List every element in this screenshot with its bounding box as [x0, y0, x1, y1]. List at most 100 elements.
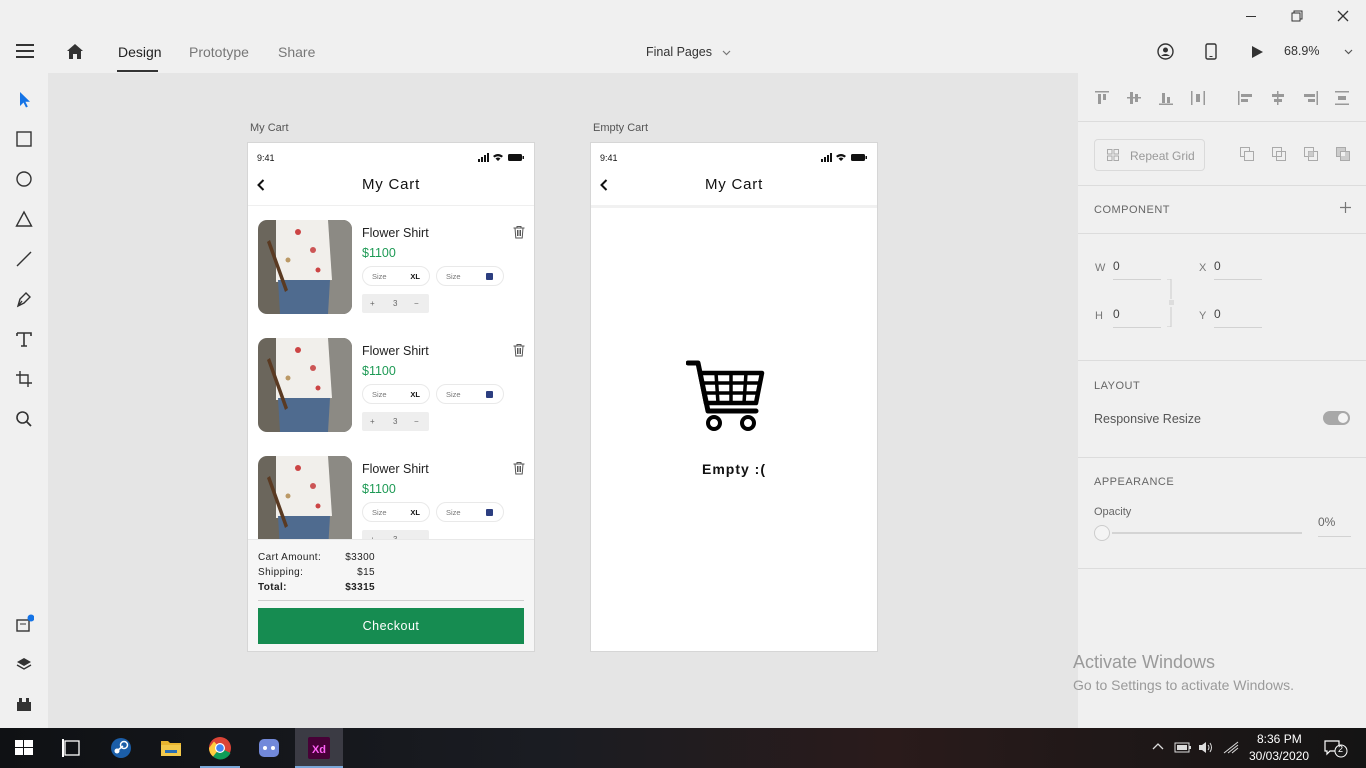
- line-tool-icon[interactable]: [14, 249, 34, 269]
- select-tool-icon[interactable]: [14, 89, 34, 109]
- artboard-label-empty-cart[interactable]: Empty Cart: [593, 122, 648, 134]
- size-selector[interactable]: Size XL: [362, 266, 430, 286]
- responsive-resize-toggle[interactable]: [1323, 411, 1350, 425]
- activation-watermark-subtitle: Go to Settings to activate Windows.: [1073, 677, 1294, 693]
- my-cart-artboard[interactable]: 9:41 My Cart Flower Shirt $1100 Size XL …: [248, 143, 534, 651]
- boolean-exclude-icon[interactable]: [1336, 147, 1350, 161]
- align-bottom-icon[interactable]: [1158, 91, 1174, 105]
- tab-design[interactable]: Design: [118, 44, 162, 60]
- status-icons: [821, 153, 868, 162]
- trash-icon[interactable]: [512, 343, 526, 357]
- x-field[interactable]: 0: [1214, 259, 1262, 280]
- align-middle-icon[interactable]: [1126, 91, 1142, 105]
- shipping-value: $15: [357, 567, 375, 578]
- layers-panel-icon[interactable]: [14, 654, 34, 674]
- checkout-button[interactable]: Checkout: [258, 608, 524, 644]
- minimize-icon[interactable]: [1242, 7, 1260, 25]
- play-icon[interactable]: [1251, 45, 1264, 59]
- height-field[interactable]: 0: [1113, 307, 1161, 328]
- task-view-icon[interactable]: [48, 728, 96, 768]
- close-icon[interactable]: [1334, 7, 1352, 25]
- steam-icon[interactable]: [97, 728, 145, 768]
- rectangle-tool-icon[interactable]: [14, 129, 34, 149]
- align-left-icon[interactable]: [1238, 91, 1254, 105]
- pen-tool-icon[interactable]: [14, 289, 34, 309]
- zoom-chevron-down-icon[interactable]: [1344, 49, 1353, 55]
- qty-minus-button[interactable]: −: [414, 417, 419, 426]
- polygon-tool-icon[interactable]: [14, 209, 34, 229]
- divider: [1078, 568, 1366, 569]
- clock-time[interactable]: 8:36 PM: [1257, 732, 1302, 746]
- boolean-intersect-icon[interactable]: [1304, 147, 1318, 161]
- distribute-horizontal-icon[interactable]: [1190, 91, 1206, 105]
- opacity-slider-track[interactable]: [1112, 532, 1302, 534]
- size-selector[interactable]: Size XL: [362, 384, 430, 404]
- windows-taskbar: Xd 8:36 PM 30/03/2020 2: [0, 728, 1366, 768]
- quantity-stepper[interactable]: + 3 −: [362, 412, 429, 431]
- opacity-field[interactable]: 0%: [1318, 515, 1351, 537]
- plugins-panel-icon[interactable]: [14, 694, 34, 714]
- restore-icon[interactable]: [1288, 7, 1306, 25]
- zoom-tool-icon[interactable]: [14, 409, 34, 429]
- tab-prototype[interactable]: Prototype: [189, 44, 249, 60]
- product-price: $1100: [362, 246, 396, 260]
- document-title[interactable]: Final Pages: [646, 45, 731, 59]
- product-photo: [258, 456, 352, 550]
- lock-aspect-icon[interactable]: [1167, 279, 1175, 327]
- empty-cart-artboard[interactable]: 9:41 My Cart Empty :(: [591, 143, 877, 651]
- device-preview-icon[interactable]: [1205, 43, 1217, 60]
- cart-item[interactable]: Flower Shirt $1100 Size XL Size + 3 −: [258, 220, 528, 320]
- adobe-xd-icon[interactable]: Xd: [295, 728, 343, 768]
- opacity-slider-handle[interactable]: [1094, 525, 1110, 541]
- qty-minus-button[interactable]: −: [414, 299, 419, 308]
- color-swatch: [486, 391, 493, 398]
- chrome-icon[interactable]: [196, 728, 244, 768]
- size-selector[interactable]: Size XL: [362, 502, 430, 522]
- windows-start-icon[interactable]: [0, 728, 48, 768]
- notification-center-icon[interactable]: 2: [1324, 739, 1348, 759]
- tools-toolbar: [0, 73, 48, 728]
- file-explorer-icon[interactable]: [147, 728, 195, 768]
- width-field[interactable]: 0: [1113, 259, 1161, 280]
- distribute-vertical-icon[interactable]: [1334, 91, 1350, 105]
- add-component-icon[interactable]: [1340, 202, 1351, 213]
- repeat-grid-button[interactable]: Repeat Grid: [1094, 139, 1205, 171]
- color-selector[interactable]: Size: [436, 266, 504, 286]
- volume-icon[interactable]: [1198, 741, 1214, 754]
- chevron-up-icon[interactable]: [1152, 742, 1164, 750]
- zoom-level[interactable]: 68.9%: [1284, 44, 1319, 58]
- qty-plus-button[interactable]: +: [370, 417, 375, 426]
- artboard-label-my-cart[interactable]: My Cart: [250, 122, 289, 134]
- hamburger-menu-icon[interactable]: [16, 44, 34, 58]
- align-top-icon[interactable]: [1094, 91, 1110, 105]
- color-selector[interactable]: Size: [436, 502, 504, 522]
- ellipse-tool-icon[interactable]: [14, 169, 34, 189]
- header-divider: [591, 205, 877, 208]
- text-tool-icon[interactable]: [14, 329, 34, 349]
- assets-panel-icon[interactable]: [14, 614, 34, 634]
- product-photo: [258, 220, 352, 314]
- align-center-icon[interactable]: [1270, 91, 1286, 105]
- status-time: 9:41: [257, 153, 275, 163]
- trash-icon[interactable]: [512, 461, 526, 475]
- discord-icon[interactable]: [245, 728, 293, 768]
- quantity-stepper[interactable]: + 3 −: [362, 294, 429, 313]
- cart-item[interactable]: Flower Shirt $1100 Size XL Size + 3 −: [258, 338, 528, 438]
- network-icon[interactable]: [1223, 741, 1239, 754]
- y-field[interactable]: 0: [1214, 307, 1262, 328]
- component-section-title: COMPONENT: [1094, 204, 1170, 216]
- artboard-tool-icon[interactable]: [14, 369, 34, 389]
- qty-plus-button[interactable]: +: [370, 299, 375, 308]
- home-icon[interactable]: [66, 43, 84, 60]
- boolean-add-icon[interactable]: [1240, 147, 1254, 161]
- tab-share[interactable]: Share: [278, 44, 315, 60]
- align-right-icon[interactable]: [1302, 91, 1318, 105]
- boolean-subtract-icon[interactable]: [1272, 147, 1286, 161]
- clock-date[interactable]: 30/03/2020: [1249, 749, 1309, 763]
- color-selector[interactable]: Size: [436, 384, 504, 404]
- battery-icon[interactable]: [1174, 741, 1192, 753]
- share-user-icon[interactable]: [1157, 43, 1174, 60]
- appearance-section-title: APPEARANCE: [1094, 476, 1175, 488]
- size-value: XL: [410, 390, 420, 399]
- trash-icon[interactable]: [512, 225, 526, 239]
